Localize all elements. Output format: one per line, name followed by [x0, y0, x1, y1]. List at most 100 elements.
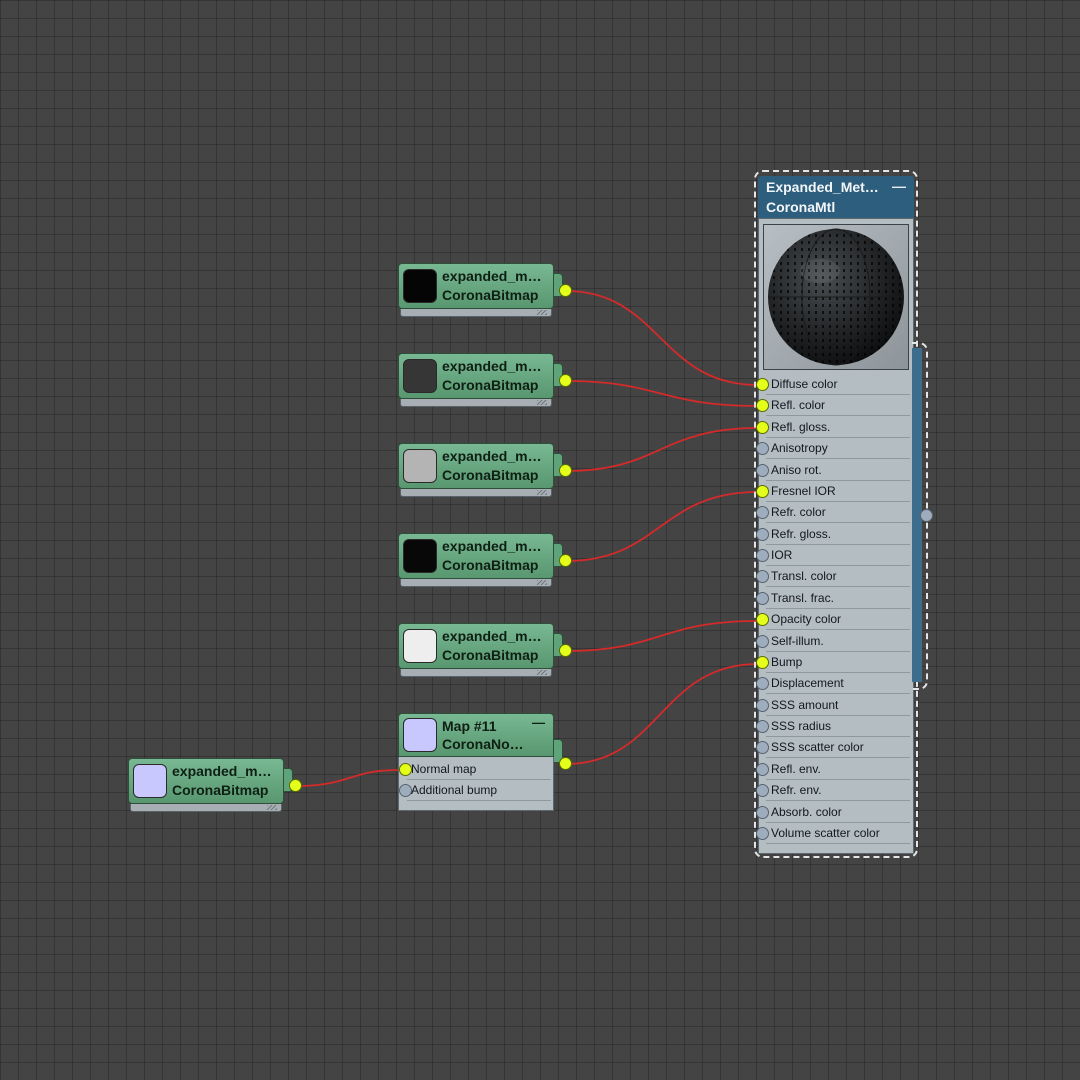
slot-label: Refr. color	[771, 505, 826, 520]
material-slot[interactable]: Refr. color	[756, 502, 910, 524]
input-socket-connected[interactable]	[756, 399, 769, 413]
material-slot[interactable]: Transl. color	[756, 566, 910, 588]
slot-label: Aniso rot.	[771, 462, 822, 477]
material-slot[interactable]: Displacement	[756, 673, 910, 695]
input-socket[interactable]	[756, 463, 769, 477]
node-name: expanded_m…	[172, 763, 272, 779]
output-socket[interactable]	[559, 757, 572, 770]
node-footer	[400, 669, 552, 677]
material-node[interactable]: Expanded_Met… CoronaMtl — Diffuse color …	[754, 170, 920, 860]
slot-label: Bump	[771, 654, 803, 669]
output-socket[interactable]	[559, 644, 572, 657]
slot-label: Transl. frac.	[771, 590, 834, 605]
input-socket-connected[interactable]	[756, 378, 769, 391]
input-socket[interactable]	[756, 634, 769, 648]
slot-label: Transl. color	[771, 569, 837, 584]
material-slot[interactable]: Opacity color	[756, 609, 910, 631]
material-slot[interactable]: Anisotropy	[756, 438, 910, 460]
material-slot[interactable]: Refr. env.	[756, 780, 910, 802]
map-thumbnail	[403, 718, 437, 752]
input-socket[interactable]	[756, 784, 769, 798]
input-socket[interactable]	[756, 549, 769, 563]
material-type: CoronaMtl	[766, 199, 836, 215]
node-type: CoronaBitmap	[442, 287, 539, 303]
input-socket[interactable]	[756, 762, 769, 776]
node-name: expanded_m…	[442, 538, 542, 554]
normal-map-node[interactable]: Map #11 CoronaNo… — Normal map Additiona…	[398, 713, 572, 817]
material-slot[interactable]: Aniso rot.	[756, 460, 910, 481]
material-slot[interactable]: SSS radius	[756, 716, 910, 738]
collapse-button[interactable]: —	[892, 178, 906, 194]
material-slot[interactable]: Refl. env.	[756, 759, 910, 780]
material-name: Expanded_Met…	[766, 179, 879, 195]
bitmap-node-1[interactable]: expanded_m… CoronaBitmap	[398, 263, 572, 321]
input-socket[interactable]	[756, 591, 769, 605]
material-slot[interactable]: Diffuse color	[756, 374, 910, 395]
bitmap-node-6[interactable]: expanded_m… CoronaBitmap	[128, 758, 302, 816]
input-socket[interactable]	[756, 698, 769, 712]
material-slot[interactable]: Transl. frac.	[756, 588, 910, 609]
wire-normal-map	[295, 769, 399, 787]
slot-label: Refl. color	[771, 398, 826, 413]
material-slot[interactable]: Refl. gloss.	[756, 417, 910, 438]
node-name: expanded_m…	[442, 448, 542, 464]
input-socket[interactable]	[756, 570, 769, 584]
bitmap-node-2[interactable]: expanded_m… CoronaBitmap	[398, 353, 572, 411]
slot-label: SSS radius	[771, 719, 832, 734]
collapse-button[interactable]: —	[532, 715, 545, 730]
material-slot[interactable]: Refr. gloss.	[756, 524, 910, 545]
input-socket-connected[interactable]	[756, 420, 769, 434]
input-socket[interactable]	[756, 677, 769, 691]
bitmap-node-5[interactable]: expanded_m… CoronaBitmap	[398, 623, 572, 681]
slot-label: Volume scatter color	[771, 825, 880, 840]
slot-label: SSS scatter color	[771, 740, 864, 755]
slot-additional-bump[interactable]: Additional bump	[399, 780, 551, 801]
output-socket[interactable]	[559, 554, 572, 567]
material-slot[interactable]: Absorb. color	[756, 802, 910, 823]
input-socket[interactable]	[756, 826, 769, 840]
input-socket-connected[interactable]	[756, 655, 769, 669]
wire-diffuse	[565, 290, 759, 386]
slot-label: Normal map	[411, 762, 477, 776]
input-socket[interactable]	[756, 720, 769, 734]
bitmap-node-3[interactable]: expanded_m… CoronaBitmap	[398, 443, 572, 501]
node-body: expanded_m… CoronaBitmap	[128, 758, 284, 804]
map-thumbnail	[403, 539, 437, 573]
input-socket-connected[interactable]	[756, 613, 769, 627]
node-name: expanded_m…	[442, 628, 542, 644]
bitmap-node-4[interactable]: expanded_m… CoronaBitmap	[398, 533, 572, 591]
node-name: expanded_m…	[442, 268, 542, 284]
output-socket[interactable]	[559, 284, 572, 297]
node-name: Map #11	[442, 718, 497, 734]
input-socket[interactable]	[756, 805, 769, 819]
node-type: CoronaNo…	[442, 736, 524, 752]
material-slot[interactable]: Volume scatter color	[756, 823, 910, 844]
slot-label: Additional bump	[411, 783, 498, 797]
input-socket[interactable]	[756, 741, 769, 755]
input-socket-connected[interactable]	[756, 484, 769, 498]
node-header: Map #11 CoronaNo… —	[398, 713, 554, 757]
slot-label: Refl. gloss.	[771, 419, 831, 434]
material-slot[interactable]: SSS scatter color	[756, 737, 910, 759]
slots-panel: Normal map Additional bump	[398, 757, 554, 811]
node-body: expanded_m… CoronaBitmap	[398, 533, 554, 579]
input-socket[interactable]	[756, 527, 769, 541]
material-slot[interactable]: SSS amount	[756, 695, 910, 716]
output-socket[interactable]	[559, 464, 572, 477]
slot-label: SSS amount	[771, 697, 839, 712]
input-socket[interactable]	[756, 442, 769, 456]
material-slot[interactable]: IOR	[756, 545, 910, 567]
node-name: expanded_m…	[442, 358, 542, 374]
output-socket[interactable]	[289, 779, 302, 792]
material-slot[interactable]: Fresnel IOR	[756, 481, 910, 502]
slot-normal-map[interactable]: Normal map	[399, 759, 551, 780]
input-socket[interactable]	[756, 506, 769, 520]
material-slot[interactable]: Refl. color	[756, 395, 910, 417]
output-socket[interactable]	[559, 374, 572, 387]
material-slot[interactable]: Bump	[756, 652, 910, 673]
wire-bump	[565, 663, 759, 765]
material-slot[interactable]: Self-illum.	[756, 631, 910, 652]
material-output-socket[interactable]	[920, 509, 933, 522]
slot-label: Fresnel IOR	[771, 483, 836, 498]
map-thumbnail	[403, 359, 437, 393]
